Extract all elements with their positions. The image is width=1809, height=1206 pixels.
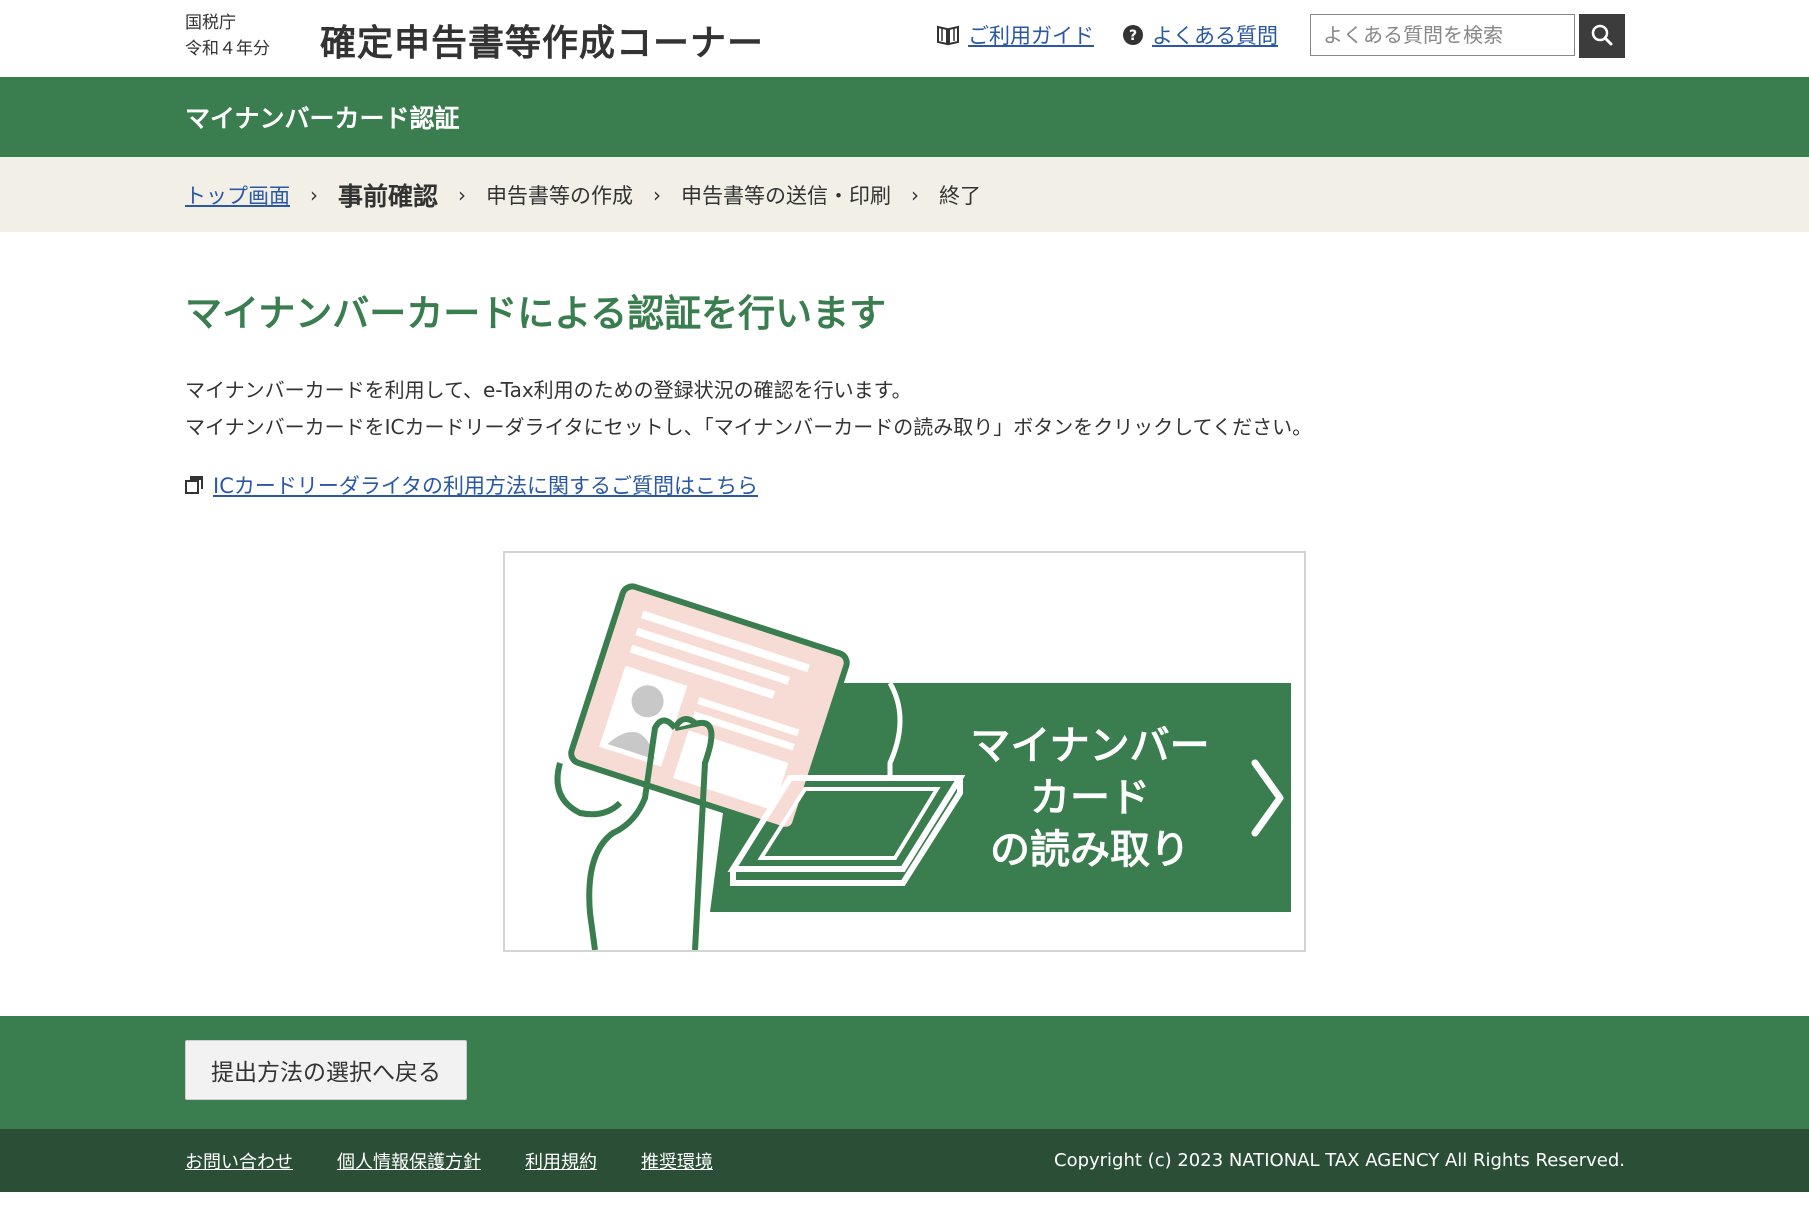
agency-info: 国税庁 令和４年分: [185, 10, 270, 62]
faq-link-label: よくある質問: [1152, 24, 1278, 48]
read-button-label: マイナンバー カード の読み取り: [940, 720, 1240, 876]
site-footer: お問い合わせ 個人情報保護方針 利用規約 推奨環境 Copyright (c) …: [0, 1129, 1809, 1192]
copyright: Copyright (c) 2023 NATIONAL TAX AGENCY A…: [1054, 1150, 1625, 1171]
agency-name: 国税庁: [185, 13, 236, 33]
faq-link[interactable]: ? よくある質問: [1122, 20, 1278, 50]
breadcrumb-top[interactable]: トップ画面: [185, 180, 290, 210]
chevron-right-icon: ›: [911, 182, 920, 207]
help-link-label: ICカードリーダライタの利用方法に関するご質問はこちら: [213, 474, 759, 498]
section-title: マイナンバーカード認証: [185, 104, 460, 133]
footer-link-terms[interactable]: 利用規約: [525, 1148, 597, 1174]
breadcrumb-current: 事前確認: [338, 181, 439, 211]
tax-year: 令和４年分: [185, 39, 270, 59]
footer-link-privacy[interactable]: 個人情報保護方針: [337, 1148, 481, 1174]
question-circle-icon: ?: [1122, 24, 1144, 46]
instruction-line: マイナンバーカードをICカードリーダライタにセットし、「マイナンバーカードの読み…: [185, 415, 1313, 439]
book-icon: [936, 24, 960, 46]
action-bar: 提出方法の選択へ戻る: [0, 1016, 1809, 1129]
instruction-line: マイナンバーカードを利用して、e-Tax利用のための登録状況の確認を行います。: [185, 378, 912, 402]
footer-link-environment[interactable]: 推奨環境: [641, 1148, 713, 1174]
faq-search-input[interactable]: [1310, 14, 1575, 56]
section-header: マイナンバーカード認証: [0, 77, 1809, 157]
new-window-icon: [185, 476, 203, 494]
chevron-right-icon: ›: [653, 182, 662, 207]
app-title: 確定申告書等作成コーナー: [320, 23, 765, 64]
svg-text:?: ?: [1129, 28, 1137, 44]
guide-link-label: ご利用ガイド: [968, 24, 1094, 48]
footer-links: お問い合わせ 個人情報保護方針 利用規約 推奨環境: [185, 1129, 757, 1192]
search-button[interactable]: [1579, 14, 1625, 58]
breadcrumb: トップ画面 › 事前確認 › 申告書等の作成 › 申告書等の送信・印刷 › 終了: [0, 157, 1809, 232]
read-button-line: カード: [1030, 775, 1150, 821]
breadcrumb-step: 申告書等の作成: [486, 183, 634, 208]
chevron-right-icon: ›: [310, 182, 318, 207]
site-header: 国税庁 令和４年分 確定申告書等作成コーナー ご利用ガイド ? よくある質問: [0, 0, 1809, 77]
read-button-line: マイナンバー: [970, 723, 1210, 769]
breadcrumb-step: 申告書等の送信・印刷: [681, 183, 892, 208]
chevron-right-icon: ›: [458, 182, 467, 207]
breadcrumb-step: 終了: [939, 183, 982, 208]
search-icon: [1590, 23, 1614, 50]
page-title: マイナンバーカードによる認証を行います: [185, 292, 887, 335]
guide-link[interactable]: ご利用ガイド: [936, 20, 1094, 50]
read-button-line: の読み取り: [990, 827, 1190, 873]
instructions: マイナンバーカードを利用して、e-Tax利用のための登録状況の確認を行います。 …: [185, 372, 1312, 446]
back-to-submission-method-button[interactable]: 提出方法の選択へ戻る: [185, 1040, 467, 1100]
card-reader-help-link[interactable]: ICカードリーダライタの利用方法に関するご質問はこちら: [185, 470, 758, 500]
footer-link-contact[interactable]: お問い合わせ: [185, 1148, 293, 1174]
